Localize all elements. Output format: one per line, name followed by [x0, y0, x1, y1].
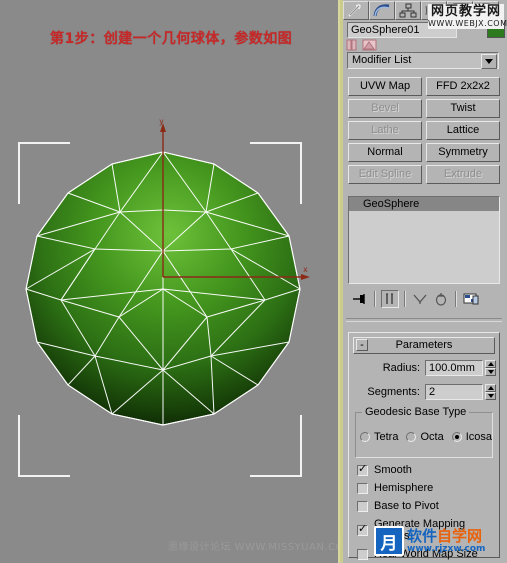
- watermark-url-label: WWW.WEBJX.COM: [428, 19, 507, 29]
- parameter-checkbox-label: Hemisphere: [374, 482, 434, 494]
- logo-url-label: www.rjzxw.com: [407, 544, 486, 554]
- geodesic-radio[interactable]: [406, 432, 417, 442]
- modifier-button[interactable]: Lattice: [426, 121, 500, 140]
- modifier-button[interactable]: Twist: [426, 99, 500, 118]
- pin-stack-icon[interactable]: [351, 290, 369, 308]
- make-unique-icon[interactable]: [411, 290, 429, 308]
- parameter-checkbox[interactable]: [357, 463, 368, 476]
- geodesic-radio-label: Icosa: [465, 431, 492, 443]
- viewport[interactable]: y x 第1步：创建一个几何球体，参数如图 思缘设计论坛 WWW.MISSYUA…: [0, 0, 338, 563]
- rollout-title-label: Parameters: [395, 339, 453, 351]
- show-end-result-icon[interactable]: [381, 290, 399, 308]
- pin-object-icon[interactable]: [345, 38, 360, 52]
- modifier-list-dropdown[interactable]: Modifier List: [347, 52, 499, 69]
- modifier-stack[interactable]: GeoSphere: [348, 196, 500, 284]
- radius-spinner[interactable]: [485, 360, 496, 376]
- parameter-checkbox-row[interactable]: Smooth: [357, 463, 499, 476]
- geodesic-radio[interactable]: [360, 432, 370, 442]
- segments-row: Segments: 2: [349, 384, 499, 402]
- logo-cn-a: 软件: [407, 527, 438, 545]
- axis-y-label: y: [159, 117, 164, 126]
- segments-spinner[interactable]: [485, 384, 496, 400]
- radius-spinner-up[interactable]: [485, 360, 496, 368]
- modifier-button-set: UVW Map FFD 2x2x2 Bevel Twist Lathe Lattice No…: [348, 77, 500, 184]
- segments-input[interactable]: 2: [425, 384, 483, 400]
- parameter-checkbox-row[interactable]: Hemisphere: [357, 482, 499, 494]
- parameter-checkbox[interactable]: [357, 548, 368, 560]
- radius-input[interactable]: 100.0mm: [425, 360, 483, 376]
- chevron-down-icon[interactable]: [481, 54, 497, 69]
- parameter-checkbox[interactable]: [357, 523, 368, 536]
- create-tab[interactable]: [343, 0, 369, 20]
- segments-spinner-up[interactable]: [485, 384, 496, 392]
- modifier-button[interactable]: FFD 2x2x2: [426, 77, 500, 96]
- segments-spinner-down[interactable]: [485, 392, 496, 400]
- object-properties-icon[interactable]: [362, 38, 377, 52]
- parameter-checkbox-row[interactable]: Base to Pivot: [357, 500, 499, 512]
- radius-label: Radius:: [382, 362, 420, 374]
- modifier-button[interactable]: Normal: [348, 143, 422, 162]
- watermark-cn-label: 网页教学网: [428, 4, 504, 19]
- parameter-checkbox[interactable]: [357, 500, 368, 512]
- radius-row: Radius: 100.0mm: [349, 360, 499, 378]
- selection-bracket-top-left: [18, 142, 70, 204]
- modifier-mini-icons: [345, 38, 405, 52]
- modifier-button: Extrude: [426, 165, 500, 184]
- modifier-button: Lathe: [348, 121, 422, 140]
- segments-label: Segments:: [367, 386, 420, 398]
- geodesic-radio-label: Tetra: [374, 431, 399, 443]
- step-annotation: 第1步：创建一个几何球体，参数如图: [50, 31, 293, 47]
- geosphere-mesh: y x: [25, 117, 310, 426]
- selection-bracket-bottom-left: [18, 415, 70, 477]
- command-panel: GeoSphere01 Modifier List UVW Map FFD 2x2…: [343, 0, 507, 563]
- parameter-checkbox[interactable]: [357, 482, 368, 494]
- radius-spinner-down[interactable]: [485, 368, 496, 376]
- modifier-stack-toolbar: [348, 288, 500, 310]
- logo-mark-icon: 月: [374, 526, 404, 556]
- rollout-collapse-icon[interactable]: -: [356, 339, 368, 351]
- geodesic-radio-label: Octa: [420, 431, 444, 443]
- geodesic-base-type-group: Geodesic Base Type Tetra Octa Icosa: [355, 406, 496, 458]
- watermark-logo: 月 软件自学网 www.rjzxw.com: [374, 524, 502, 558]
- logo-cn-b: 自学网: [437, 527, 483, 545]
- modifier-button: Bevel: [348, 99, 422, 118]
- selection-bracket-top-right: [250, 142, 302, 204]
- geodesic-radio-row: Tetra Octa Icosa: [360, 431, 496, 443]
- geodesic-radio[interactable]: [451, 432, 462, 442]
- axis-x-label: x: [303, 265, 308, 274]
- parameter-checkbox-label: Base to Pivot: [374, 500, 439, 512]
- watermark-bottom: 思缘设计论坛 WWW.MISSYUAN.COM: [168, 542, 338, 553]
- modifier-list-label: Modifier List: [352, 54, 412, 66]
- geodesic-group-label: Geodesic Base Type: [362, 406, 470, 418]
- modifier-button[interactable]: Symmetry: [426, 143, 500, 162]
- configure-sets-icon[interactable]: [462, 290, 480, 308]
- parameter-checkbox-label: Smooth: [374, 464, 412, 476]
- hierarchy-tab[interactable]: [395, 0, 421, 20]
- modify-tab[interactable]: [369, 0, 395, 20]
- remove-modifier-icon[interactable]: [432, 290, 450, 308]
- rollout-header[interactable]: - Parameters: [353, 337, 495, 354]
- modifier-stack-item[interactable]: GeoSphere: [349, 197, 499, 211]
- watermark-top-right: 网页教学网 WWW.WEBJX.COM: [428, 4, 507, 29]
- modifier-button: Edit Spline: [348, 165, 422, 184]
- panel-divider: [346, 318, 502, 322]
- selection-bracket-bottom-right: [250, 415, 302, 477]
- modifier-button[interactable]: UVW Map: [348, 77, 422, 96]
